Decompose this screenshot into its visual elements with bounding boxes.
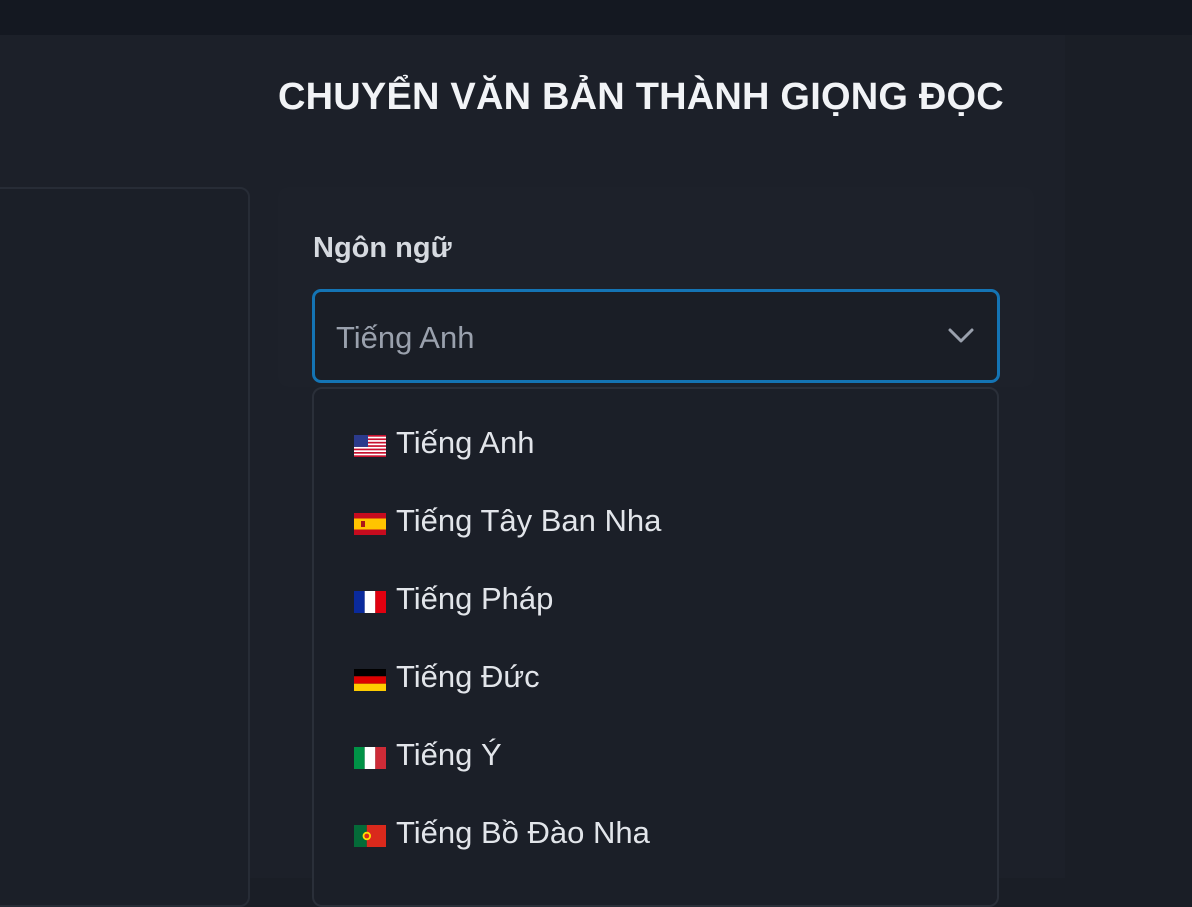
language-option-german[interactable]: Tiếng Đức [314,623,997,701]
chevron-down-icon [948,328,974,343]
right-edge-background [1065,35,1192,878]
language-option-label: Tiếng Đức [396,659,540,694]
language-option-label: Tiếng Ý [396,737,502,772]
de-flag-icon [354,669,386,691]
pt-flag-icon [354,825,386,847]
page-title: CHUYỂN VĂN BẢN THÀNH GIỌNG ĐỌC [278,76,1004,118]
language-option-spanish[interactable]: Tiếng Tây Ban Nha [314,467,997,545]
language-select-value: Tiếng Anh [336,320,475,355]
language-select[interactable]: Tiếng Anh [312,289,1000,383]
language-label: Ngôn ngữ [313,232,452,264]
language-option-label: Tiếng Anh [396,425,535,460]
language-option-label: Tiếng Pháp [396,581,554,616]
top-bar [0,0,1192,35]
language-dropdown-menu: Tiếng Anh Tiếng Tây Ban Nha Tiếng Pháp T… [312,387,999,907]
fr-flag-icon [354,591,386,613]
text-input-card [0,187,250,907]
language-option-italian[interactable]: Tiếng Ý [314,701,997,779]
language-option-french[interactable]: Tiếng Pháp [314,545,997,623]
language-option-label: Tiếng Tây Ban Nha [396,503,662,538]
language-option-portuguese[interactable]: Tiếng Bồ Đào Nha [314,779,997,857]
language-option-english[interactable]: Tiếng Anh [314,389,997,467]
language-option-label: Tiếng Bồ Đào Nha [396,815,650,850]
es-flag-icon [354,513,386,535]
us-flag-icon [354,435,386,457]
it-flag-icon [354,747,386,769]
